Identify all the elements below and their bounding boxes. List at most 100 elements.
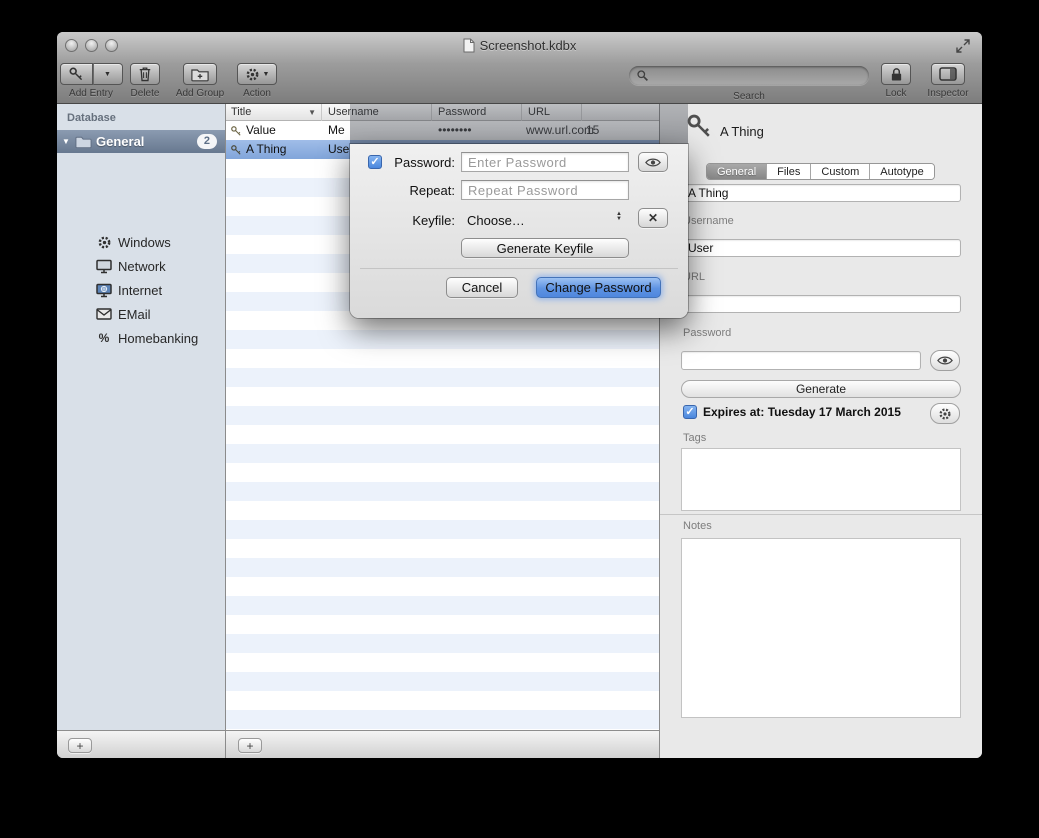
inspector-tabs: General Files Custom Autotype	[706, 163, 935, 180]
bottom-bar: + +	[57, 730, 659, 758]
tab-files[interactable]: Files	[767, 164, 811, 179]
sidebar-item-label: Homebanking	[118, 331, 198, 346]
sheet-repeat-label: Repeat:	[386, 183, 455, 198]
key-icon	[68, 66, 84, 82]
show-password-button[interactable]	[930, 350, 960, 371]
sheet-keyfile-label: Keyfile:	[386, 213, 455, 228]
search-icon	[636, 69, 649, 82]
inspector-button[interactable]	[931, 63, 965, 85]
search-input[interactable]	[629, 66, 869, 85]
entry-title: Value	[246, 123, 276, 137]
entry-count-badge: 2	[197, 134, 217, 149]
add-entry-label: Add Entry	[69, 88, 113, 99]
globe-monitor-icon	[96, 283, 112, 298]
sheet-divider	[360, 268, 678, 269]
generate-keyfile-button[interactable]: Generate Keyfile	[461, 238, 629, 258]
delete-group: Delete	[123, 63, 167, 99]
section-divider	[659, 514, 982, 515]
password-field[interactable]	[681, 351, 921, 370]
add-group-label: Add Group	[176, 88, 224, 99]
fullscreen-icon[interactable]	[956, 39, 970, 53]
tab-autotype[interactable]: Autotype	[870, 164, 933, 179]
add-entry-button[interactable]	[60, 63, 93, 85]
column-header-title[interactable]: Title ▼	[225, 104, 322, 121]
key-icon	[685, 112, 713, 140]
tags-label: Tags	[683, 432, 706, 444]
sidebar-item-label: Network	[118, 259, 166, 274]
change-password-sheet: ✓ Password: Repeat: Keyfile: Choose… ▲▼ …	[350, 104, 688, 318]
search-area	[629, 66, 869, 85]
envelope-icon	[96, 308, 112, 320]
folder-icon	[75, 135, 92, 149]
app-window: Screenshot.kdbx ▼ Add Entry Delete	[57, 32, 982, 758]
sort-arrow-icon: ▼	[308, 108, 316, 117]
sheet-repeat-input[interactable]	[461, 180, 629, 200]
folder-plus-icon	[191, 67, 209, 82]
tab-general[interactable]: General	[707, 164, 767, 179]
inspector-panel-icon	[939, 67, 957, 81]
expires-checkbox[interactable]: ✓	[683, 405, 697, 419]
key-icon	[230, 125, 242, 137]
sheet-password-input[interactable]	[461, 152, 629, 172]
add-entry-footer-button[interactable]: +	[238, 738, 262, 753]
window-title: Screenshot.kdbx	[480, 38, 577, 53]
keyfile-select[interactable]: Choose…	[467, 213, 525, 228]
clear-keyfile-button[interactable]: ✕	[638, 208, 668, 228]
password-checkbox[interactable]: ✓	[368, 155, 382, 169]
add-group-footer-button[interactable]: +	[68, 738, 92, 753]
lock-button[interactable]	[881, 63, 911, 85]
entry-username: Me	[328, 123, 345, 137]
sidebar-item-email[interactable]: EMail	[57, 302, 225, 326]
entry-title: A Thing	[246, 142, 286, 156]
check-icon: ✓	[370, 157, 379, 168]
close-icon: ✕	[648, 211, 658, 225]
eye-icon	[937, 355, 953, 366]
padlock-icon	[890, 67, 903, 82]
sidebar-item-network[interactable]: Network	[57, 254, 225, 278]
percent-icon: %	[99, 331, 110, 345]
url-field[interactable]	[681, 295, 961, 313]
password-label: Password	[683, 327, 731, 339]
stepper-icon[interactable]: ▲▼	[616, 212, 622, 222]
sheet-shadow-zone	[350, 104, 688, 144]
sidebar-group-label: General	[96, 134, 197, 149]
expires-settings-button[interactable]	[930, 403, 960, 424]
change-password-button[interactable]: Change Password	[536, 277, 661, 298]
sidebar-item-label: EMail	[118, 307, 151, 322]
sidebar-item-homebanking[interactable]: % Homebanking	[57, 326, 225, 350]
tab-custom[interactable]: Custom	[811, 164, 870, 179]
username-field[interactable]	[681, 239, 961, 257]
tags-input[interactable]	[681, 448, 961, 511]
trash-icon	[138, 66, 152, 82]
delete-label: Delete	[131, 88, 160, 99]
sidebar-item-general[interactable]: ▼ General 2	[57, 130, 225, 153]
action-button[interactable]: ▼	[237, 63, 277, 85]
sheet-show-password-button[interactable]	[638, 152, 668, 172]
sidebar-item-internet[interactable]: Internet	[57, 278, 225, 302]
lock-label: Lock	[885, 88, 906, 99]
chevron-down-icon: ▼	[263, 71, 270, 78]
add-entry-group: ▼ Add Entry	[62, 63, 120, 99]
sidebar-item-windows[interactable]: Windows	[57, 230, 225, 254]
monitor-icon	[96, 259, 112, 274]
key-icon	[230, 144, 242, 156]
lock-group: Lock	[873, 63, 919, 99]
expires-label: Expires at: Tuesday 17 March 2015	[703, 405, 901, 419]
document-icon	[463, 38, 475, 53]
sidebar-item-label: Internet	[118, 283, 162, 298]
disclosure-triangle-icon[interactable]: ▼	[57, 137, 75, 146]
notes-input[interactable]	[681, 538, 961, 718]
sidebar-list-divider[interactable]	[225, 104, 226, 758]
window-chrome: Screenshot.kdbx ▼ Add Entry Delete	[57, 32, 982, 104]
delete-button[interactable]	[130, 63, 160, 85]
gear-icon	[938, 407, 952, 421]
action-group: ▼ Action	[234, 63, 280, 99]
add-group-button[interactable]	[183, 63, 217, 85]
add-entry-dropdown[interactable]: ▼	[93, 63, 123, 85]
chevron-down-icon: ▼	[104, 71, 111, 78]
cancel-button[interactable]: Cancel	[446, 277, 518, 298]
search-label: Search	[629, 91, 869, 102]
generate-password-button[interactable]: Generate	[681, 380, 961, 398]
title-field[interactable]	[681, 184, 961, 202]
inspector-group: Inspector	[921, 63, 975, 99]
